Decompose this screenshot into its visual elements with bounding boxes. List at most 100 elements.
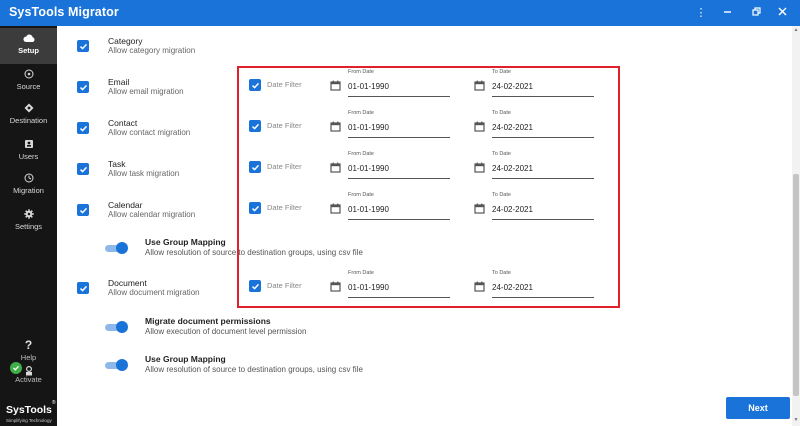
- task-title: Task: [108, 159, 126, 169]
- calendar-title: Calendar: [108, 200, 143, 210]
- next-button[interactable]: Next: [726, 397, 790, 419]
- calendar-icon[interactable]: [330, 201, 341, 219]
- sidebar-item-label: Source: [16, 82, 41, 91]
- more-options-icon[interactable]: ⋮: [693, 4, 709, 22]
- date-filter-label: Date Filter: [267, 162, 302, 171]
- document-permissions-title: Migrate document permissions: [145, 316, 271, 326]
- date-filter-label: Date Filter: [267, 281, 302, 290]
- date-filter-label: Date Filter: [267, 80, 302, 89]
- calendar-icon[interactable]: [330, 160, 341, 178]
- calendar-icon[interactable]: [474, 78, 485, 96]
- calendar-icon[interactable]: [474, 160, 485, 178]
- document-group-mapping-subtitle: Allow resolution of source to destinatio…: [145, 365, 363, 374]
- app-window: SysTools Migrator ⋮ Setup Source Destina…: [0, 0, 800, 426]
- category-subtitle: Allow category migration: [108, 46, 196, 55]
- contact-title: Contact: [108, 118, 138, 128]
- document-group-mapping-toggle[interactable]: [105, 359, 128, 371]
- email-subtitle: Allow email migration: [108, 87, 184, 96]
- group-mapping-toggle[interactable]: [105, 242, 128, 254]
- minimize-icon[interactable]: [719, 4, 735, 22]
- check-icon: [10, 362, 22, 374]
- key-icon: [25, 363, 33, 381]
- sidebar-item-label: Destination: [9, 116, 48, 125]
- brand-registered: ®: [51, 400, 56, 406]
- to-date-field[interactable]: To Date 24-02-2021: [492, 270, 594, 298]
- document-permissions-subtitle: Allow execution of document level permis…: [145, 327, 307, 336]
- gear-icon: [0, 208, 57, 220]
- to-date-field[interactable]: To Date 24-02-2021: [492, 69, 594, 97]
- email-checkbox[interactable]: [77, 81, 89, 93]
- to-date-field[interactable]: To Date 24-02-2021: [492, 192, 594, 220]
- email-title: Email: [108, 77, 130, 87]
- to-date-value: 24-02-2021: [492, 205, 533, 214]
- calendar-icon[interactable]: [474, 279, 485, 297]
- scroll-up-icon[interactable]: ▲: [792, 27, 800, 33]
- to-date-value: 24-02-2021: [492, 82, 533, 91]
- sidebar-item-users[interactable]: Users: [0, 134, 57, 170]
- help-button[interactable]: ? Help: [0, 338, 57, 362]
- to-date-value: 24-02-2021: [492, 123, 533, 132]
- document-permissions-toggle[interactable]: [105, 321, 128, 333]
- activate-button[interactable]: Activate: [0, 362, 57, 384]
- calendar-checkbox[interactable]: [77, 204, 89, 216]
- date-filter-label: Date Filter: [267, 121, 302, 130]
- calendar-icon[interactable]: [474, 201, 485, 219]
- restore-icon[interactable]: [748, 4, 764, 22]
- date-filter-label: Date Filter: [267, 203, 302, 212]
- to-date-value: 24-02-2021: [492, 283, 533, 292]
- sidebar-item-destination[interactable]: Destination: [0, 98, 57, 134]
- calendar-icon[interactable]: [330, 119, 341, 137]
- sidebar: Setup Source Destination Users Migration: [0, 26, 57, 426]
- from-date-caption: From Date: [348, 270, 374, 276]
- calendar-icon[interactable]: [474, 119, 485, 137]
- sidebar-item-label: Migration: [13, 186, 44, 195]
- scrollbar-thumb[interactable]: [793, 174, 799, 396]
- scroll-down-icon[interactable]: ▼: [792, 417, 800, 423]
- title-bar: SysTools Migrator ⋮: [0, 0, 800, 26]
- help-label: Help: [20, 353, 37, 362]
- users-icon: [0, 138, 57, 150]
- to-date-field[interactable]: To Date 24-02-2021: [492, 151, 594, 179]
- from-date-value: 01-01-1990: [348, 82, 389, 91]
- date-filter-checkbox[interactable]: [249, 280, 261, 292]
- brand-tagline: Simplifying Technology: [6, 418, 52, 423]
- brand-name: SysTools: [6, 404, 52, 416]
- sidebar-item-setup[interactable]: Setup: [0, 28, 57, 64]
- main-content: Category Allow category migration Email …: [57, 26, 800, 426]
- contact-subtitle: Allow contact migration: [108, 128, 191, 137]
- from-date-field[interactable]: From Date 01-01-1990: [348, 270, 450, 298]
- category-checkbox[interactable]: [77, 40, 89, 52]
- calendar-icon[interactable]: [330, 279, 341, 297]
- app-title: SysTools Migrator: [9, 5, 119, 19]
- sidebar-item-label: Users: [18, 152, 39, 161]
- from-date-value: 01-01-1990: [348, 205, 389, 214]
- date-filter-checkbox[interactable]: [249, 79, 261, 91]
- date-filter-checkbox[interactable]: [249, 202, 261, 214]
- from-date-field[interactable]: From Date 01-01-1990: [348, 69, 450, 97]
- from-date-field[interactable]: From Date 01-01-1990: [348, 110, 450, 138]
- cloud-icon: [0, 32, 57, 44]
- from-date-field[interactable]: From Date 01-01-1990: [348, 192, 450, 220]
- date-filter-checkbox[interactable]: [249, 161, 261, 173]
- task-checkbox[interactable]: [77, 163, 89, 175]
- contact-checkbox[interactable]: [77, 122, 89, 134]
- to-date-field[interactable]: To Date 24-02-2021: [492, 110, 594, 138]
- help-icon: ?: [24, 338, 33, 352]
- brand-logo: SysTools® Simplifying Technology: [6, 400, 56, 423]
- to-date-caption: To Date: [492, 110, 511, 116]
- to-date-value: 24-02-2021: [492, 164, 533, 173]
- from-date-value: 01-01-1990: [348, 283, 389, 292]
- from-date-caption: From Date: [348, 69, 374, 75]
- source-icon: [0, 68, 57, 80]
- sidebar-item-settings[interactable]: Settings: [0, 204, 57, 240]
- calendar-icon[interactable]: [330, 78, 341, 96]
- vertical-scrollbar[interactable]: ▲ ▼: [792, 26, 800, 426]
- from-date-field[interactable]: From Date 01-01-1990: [348, 151, 450, 179]
- sidebar-item-source[interactable]: Source: [0, 64, 57, 100]
- sidebar-item-migration[interactable]: Migration: [0, 168, 57, 204]
- close-icon[interactable]: [774, 4, 790, 22]
- to-date-caption: To Date: [492, 69, 511, 75]
- document-checkbox[interactable]: [77, 282, 89, 294]
- from-date-value: 01-01-1990: [348, 164, 389, 173]
- date-filter-checkbox[interactable]: [249, 120, 261, 132]
